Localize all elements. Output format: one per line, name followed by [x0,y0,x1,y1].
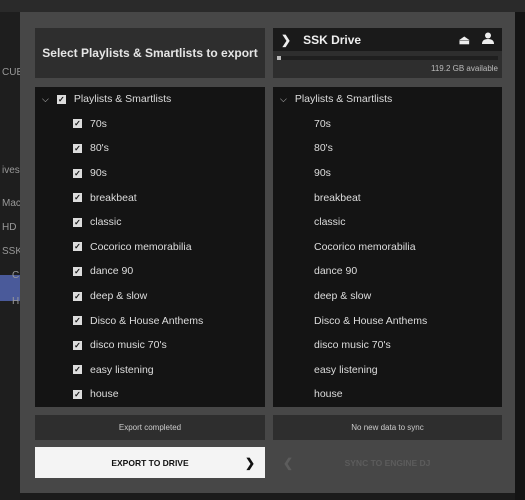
playlist-label: 70s [314,117,331,130]
playlist-label: breakbeat [90,191,137,204]
playlist-label: dance 90 [90,265,134,278]
checkbox[interactable]: ✓ [73,119,82,129]
drive-bar[interactable]: ❯ SSK Drive ⏏ [273,28,502,51]
playlist-item[interactable]: ✓ dance 90 [35,259,265,284]
playlist-item[interactable]: Disco & House Anthems [273,308,502,333]
checkbox[interactable]: ✓ [56,94,66,104]
playlist-item[interactable]: disco music 70's [273,333,502,358]
chevron-right-icon: ❯ [244,455,255,470]
checkbox[interactable]: ✓ [73,266,82,276]
export-label: EXPORT TO DRIVE [111,457,189,468]
playlist-item[interactable]: 80's [273,136,502,161]
export-status: Export completed [35,415,265,440]
playlist-label: house [314,388,343,401]
chevron-down-icon[interactable]: ⌵ [280,94,287,105]
tree-root[interactable]: ⌵ Playlists & Smartlists [273,87,502,112]
drive-playlist-tree: ⌵ Playlists & Smartlists 70s 80's 90s break… [273,87,502,407]
playlist-item[interactable]: classic [273,210,502,235]
playlist-item[interactable]: easy listening [273,358,502,383]
background-toolbar [0,0,525,12]
playlist-label: 90s [314,167,331,180]
playlist-label: classic [314,216,346,229]
playlist-item[interactable]: house [273,382,502,407]
playlist-item[interactable]: ✓ 80's [35,136,265,161]
background-right [515,12,525,500]
dialog-title: Select Playlists & Smartlists to export [35,28,265,78]
playlist-item[interactable]: ✓ breakbeat [35,185,265,210]
playlist-label: disco music 70's [314,339,391,352]
playlist-label: 70s [90,117,107,130]
playlist-item[interactable]: 70s [273,112,502,137]
chevron-right-icon[interactable]: ❯ [281,33,291,47]
background-sidebar: CUE ives Mac HD SSK C H [0,12,23,500]
chevron-down-icon[interactable]: ⌵ [42,94,49,105]
tree-root[interactable]: ⌵ ✓ Playlists & Smartlists [35,87,265,112]
playlist-label: dance 90 [314,265,358,278]
playlist-item[interactable]: ✓ 90s [35,161,265,186]
drive-usage-bar [277,56,498,60]
playlist-item[interactable]: ✓ easy listening [35,358,265,383]
playlist-item[interactable]: deep & slow [273,284,502,309]
playlist-item[interactable]: 90s [273,161,502,186]
checkbox[interactable]: ✓ [73,193,82,203]
playlist-item[interactable]: ✓ disco music 70's [35,333,265,358]
chevron-left-icon: ❮ [283,455,294,470]
checkbox[interactable]: ✓ [73,316,82,326]
eject-icon[interactable]: ⏏ [459,33,470,47]
source-playlist-tree: ⌵ ✓ Playlists & Smartlists ✓ 70s ✓ 80's ✓ 90s… [35,87,265,407]
playlist-label: classic [90,216,122,229]
checkbox[interactable]: ✓ [73,389,82,399]
checkbox[interactable]: ✓ [73,340,82,350]
drive-usage-fill [277,56,282,60]
playlist-label: house [90,388,119,401]
playlist-label: easy listening [314,363,378,376]
playlist-label: disco music 70's [90,339,167,352]
bg-text: H [12,296,20,307]
playlist-item[interactable]: ✓ deep & slow [35,284,265,309]
playlist-item[interactable]: ✓ Cocorico memorabilia [35,235,265,260]
drive-available: 119.2 GB available [430,64,498,73]
playlist-label: 90s [90,167,107,180]
tree-root-label: Playlists & Smartlists [294,93,393,106]
sync-status: No new data to sync [273,415,502,440]
playlist-label: Cocorico memorabilia [314,240,416,253]
checkbox[interactable]: ✓ [73,242,82,252]
drive-name: SSK Drive [303,32,362,47]
checkbox[interactable]: ✓ [73,143,82,153]
sync-label: SYNC TO ENGINE DJ [344,457,431,468]
export-dialog: Select Playlists & Smartlists to export … [20,12,515,493]
playlist-item[interactable]: Cocorico memorabilia [273,235,502,260]
playlist-item[interactable]: ✓ Disco & House Anthems [35,308,265,333]
playlist-label: breakbeat [314,191,361,204]
playlist-item[interactable]: ✓ classic [35,210,265,235]
playlist-item[interactable]: ✓ house [35,382,265,407]
bg-text: ives [2,165,20,176]
checkbox[interactable]: ✓ [73,291,82,301]
playlist-label: deep & slow [90,290,148,303]
playlist-label: deep & slow [314,290,372,303]
export-to-drive-button[interactable]: EXPORT TO DRIVE ❯ [35,447,265,478]
playlist-label: 80's [90,142,109,155]
playlist-label: Cocorico memorabilia [90,240,192,253]
playlist-label: Disco & House Anthems [90,314,204,327]
bg-text: C [12,270,20,281]
drive-panel: ❯ SSK Drive ⏏ 119.2 GB available [273,28,502,78]
checkbox[interactable]: ✓ [73,168,82,178]
checkbox[interactable]: ✓ [73,217,82,227]
playlist-label: 80's [314,142,333,155]
playlist-label: Disco & House Anthems [314,314,428,327]
bg-text: Mac [2,198,21,209]
sync-to-engine-button[interactable]: ❮ SYNC TO ENGINE DJ [273,447,502,478]
bg-text: SSK [2,246,23,257]
user-icon[interactable] [482,32,494,47]
tree-root-label: Playlists & Smartlists [73,93,172,106]
checkbox[interactable]: ✓ [73,365,82,375]
playlist-label: easy listening [90,363,154,376]
playlist-item[interactable]: ✓ 70s [35,112,265,137]
bg-text: HD [2,222,17,233]
playlist-item[interactable]: dance 90 [273,259,502,284]
playlist-item[interactable]: breakbeat [273,185,502,210]
